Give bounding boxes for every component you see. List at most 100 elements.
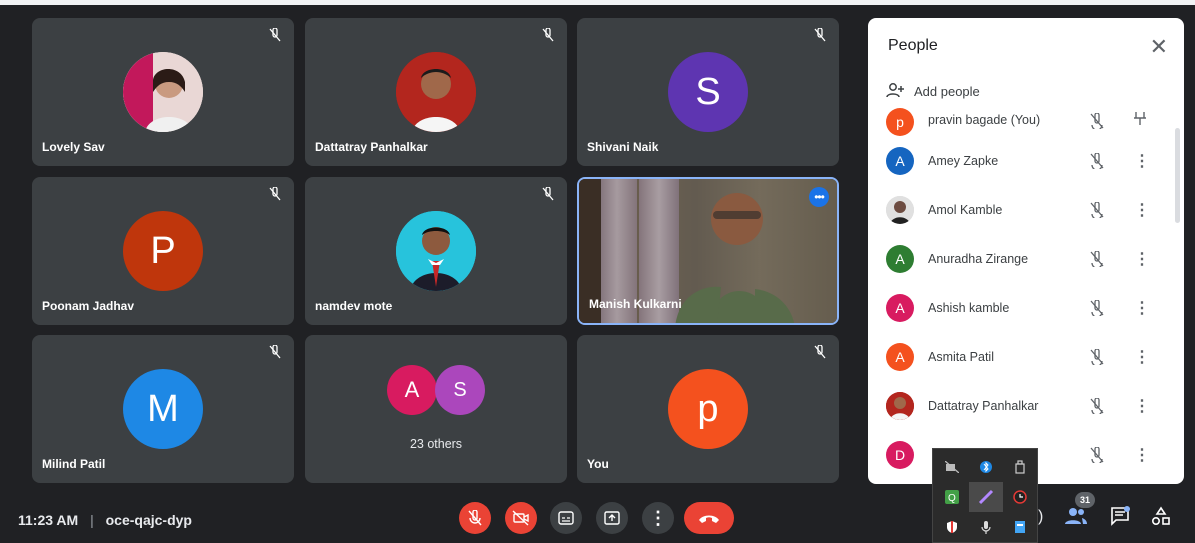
captions-button[interactable] (550, 502, 582, 534)
participant-tile[interactable]: P Poonam Jadhav (32, 177, 294, 325)
system-tray-overflow: Q (932, 448, 1038, 543)
participant-row-name: Anuradha Zirange (928, 251, 1029, 266)
more-vert-icon[interactable]: ⋮ (1134, 298, 1150, 318)
participant-row-name: Ashish kamble (928, 300, 1010, 315)
participant-initial-avatar: p (668, 369, 748, 449)
participant-name: You (587, 457, 609, 471)
people-icon (1065, 508, 1087, 524)
camera-off-icon (512, 510, 529, 526)
participant-list: p pravin bagade (You) A Amey Zapke ⋮ Amo… (868, 106, 1184, 484)
participant-tile-self[interactable]: p You (577, 335, 839, 483)
mic-off-icon (539, 26, 557, 44)
participant-initial-avatar: M (123, 369, 203, 449)
pin-icon[interactable] (1134, 110, 1146, 131)
mic-off-icon (1088, 250, 1106, 268)
participant-tile[interactable]: M Milind Patil (32, 335, 294, 483)
participant-name: Lovely Sav (42, 140, 105, 154)
add-people-label: Add people (914, 84, 980, 99)
participant-row[interactable]: A Anuradha Zirange ⋮ (868, 234, 1184, 283)
window-top-edge (0, 0, 1195, 5)
more-vert-icon[interactable]: ⋮ (1134, 200, 1150, 220)
participant-row[interactable]: Amol Kamble ⋮ (868, 185, 1184, 234)
clock-app-icon[interactable] (1003, 482, 1037, 512)
participant-initial-avatar: S (668, 52, 748, 132)
panel-title: People (888, 37, 938, 54)
participant-tile[interactable]: Lovely Sav (32, 18, 294, 166)
participant-row[interactable]: A Asmita Patil ⋮ (868, 332, 1184, 381)
participant-photo-avatar (123, 52, 203, 132)
app-window-icon[interactable] (1003, 512, 1037, 542)
mic-toggle-button[interactable] (459, 502, 491, 534)
captions-icon (558, 511, 574, 525)
add-person-icon (886, 82, 906, 101)
more-vert-icon[interactable]: ⋮ (1134, 249, 1150, 269)
pen-tool-icon[interactable] (969, 482, 1003, 512)
mic-off-icon (1088, 299, 1106, 317)
participant-avatar: A (886, 244, 914, 273)
participant-avatar: A (886, 342, 914, 371)
participant-avatar: p (886, 108, 914, 136)
participant-avatar: A (886, 146, 914, 175)
qbittorrent-icon[interactable]: Q (935, 482, 969, 512)
participant-row-name: Asmita Patil (928, 349, 994, 364)
participant-tile[interactable]: Dattatray Panhalkar (305, 18, 567, 166)
present-screen-icon (604, 511, 620, 525)
mic-off-icon (1088, 446, 1106, 464)
mic-off-icon (1088, 397, 1106, 415)
participant-tile[interactable]: S Shivani Naik (577, 18, 839, 166)
security-shield-icon[interactable] (935, 512, 969, 542)
participant-row-name: pravin bagade (You) (928, 113, 1041, 127)
more-vert-icon: ⋮ (649, 507, 667, 528)
participant-video-tile[interactable]: ••• Manish Kulkarni (577, 177, 839, 325)
participant-avatar: A (886, 293, 914, 322)
more-options-icon[interactable]: ••• (809, 187, 829, 207)
participant-name: Poonam Jadhav (42, 299, 135, 313)
mic-off-icon (1088, 348, 1106, 366)
more-vert-icon[interactable]: ⋮ (1134, 396, 1150, 416)
participant-name: Shivani Naik (587, 140, 659, 154)
others-count-label: 23 others (409, 437, 463, 451)
participant-name: namdev mote (315, 299, 393, 313)
more-options-button[interactable]: ⋮ (642, 502, 674, 534)
participant-name: Dattatray Panhalkar (315, 140, 428, 154)
leave-call-button[interactable] (684, 502, 734, 534)
info-icon-partial[interactable]: ) (1038, 508, 1043, 526)
more-vert-icon[interactable]: ⋮ (1134, 445, 1150, 465)
participant-photo-avatar (886, 391, 914, 420)
usb-drive-icon[interactable] (1003, 452, 1037, 482)
participant-row[interactable]: Dattatray Panhalkar ⋮ (868, 381, 1184, 430)
people-count-badge: 31 (1075, 492, 1095, 508)
present-button[interactable] (596, 502, 628, 534)
participant-row-name: Amol Kamble (928, 202, 1003, 217)
participant-row[interactable]: A Amey Zapke ⋮ (868, 136, 1184, 185)
microphone-icon[interactable] (969, 512, 1003, 542)
clock-time: 11:23 AM (18, 512, 79, 528)
activities-button[interactable] (1151, 506, 1171, 531)
mic-off-icon (1088, 201, 1106, 219)
participant-name: Milind Patil (42, 457, 106, 471)
others-tile[interactable]: A S 23 others (305, 335, 567, 483)
others-avatar: S (435, 365, 485, 415)
mic-off-icon (266, 185, 284, 203)
people-panel: People ✕ Add people p pravin bagade (You… (868, 18, 1184, 484)
close-icon[interactable]: ✕ (1150, 34, 1168, 60)
participant-name: Manish Kulkarni (589, 297, 682, 311)
meeting-info: 11:23 AM | oce-qajc-dyp (18, 512, 192, 528)
add-people-button[interactable]: Add people (886, 82, 980, 101)
more-vert-icon[interactable]: ⋮ (1134, 347, 1150, 367)
participant-row[interactable]: p pravin bagade (You) (868, 106, 1184, 136)
others-avatar: A (387, 365, 437, 415)
people-button[interactable] (1064, 506, 1088, 530)
camera-off-icon[interactable] (935, 452, 969, 482)
chat-icon (1111, 506, 1130, 526)
hang-up-icon (699, 515, 719, 523)
separator: | (90, 512, 94, 528)
participant-tile[interactable]: namdev mote (305, 177, 567, 325)
participant-row-name: Amey Zapke (928, 153, 999, 168)
participant-row[interactable]: A Ashish kamble ⋮ (868, 283, 1184, 332)
more-vert-icon[interactable]: ⋮ (1134, 151, 1150, 171)
camera-toggle-button[interactable] (505, 502, 537, 534)
chat-button[interactable] (1110, 506, 1130, 531)
meeting-code: oce-qajc-dyp (105, 512, 192, 528)
bluetooth-icon[interactable] (969, 452, 1003, 482)
